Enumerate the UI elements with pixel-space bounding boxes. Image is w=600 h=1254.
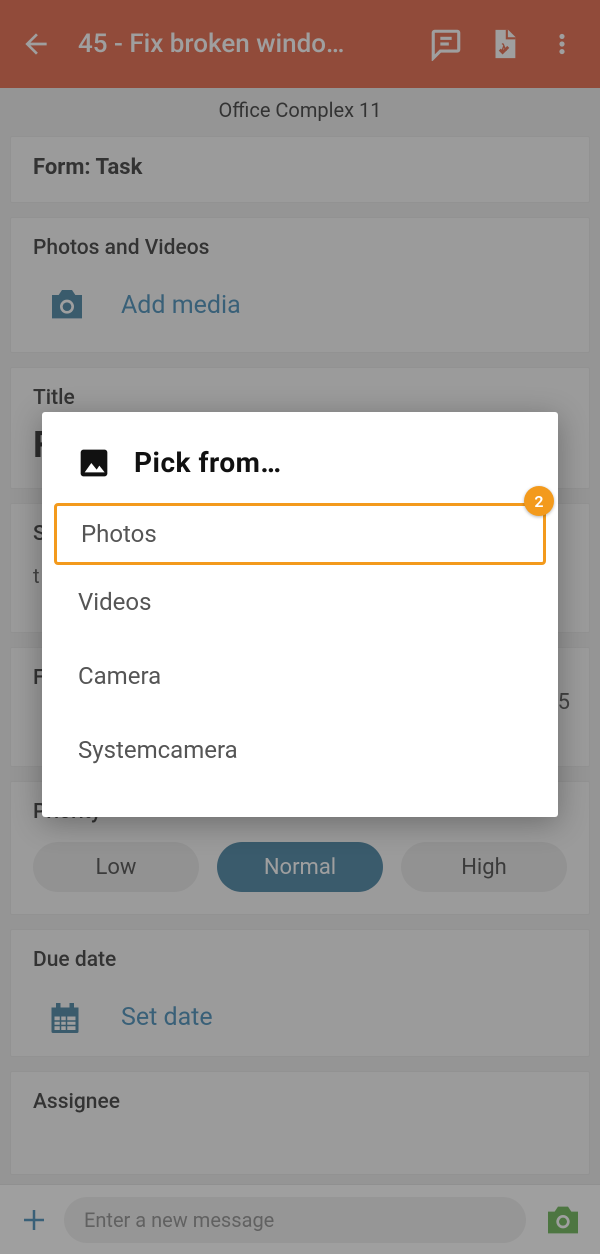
image-icon (78, 447, 110, 479)
dialog-option-systemcamera[interactable]: Systemcamera (42, 713, 558, 787)
dialog-title: Pick from… (134, 446, 282, 479)
step-badge: 2 (524, 486, 554, 516)
dialog-option-videos[interactable]: Videos (42, 565, 558, 639)
dialog-option-camera[interactable]: Camera (42, 639, 558, 713)
dialog-option-photos[interactable]: Photos (54, 503, 546, 565)
pick-source-dialog: Pick from… Photos Videos Camera Systemca… (42, 412, 558, 817)
